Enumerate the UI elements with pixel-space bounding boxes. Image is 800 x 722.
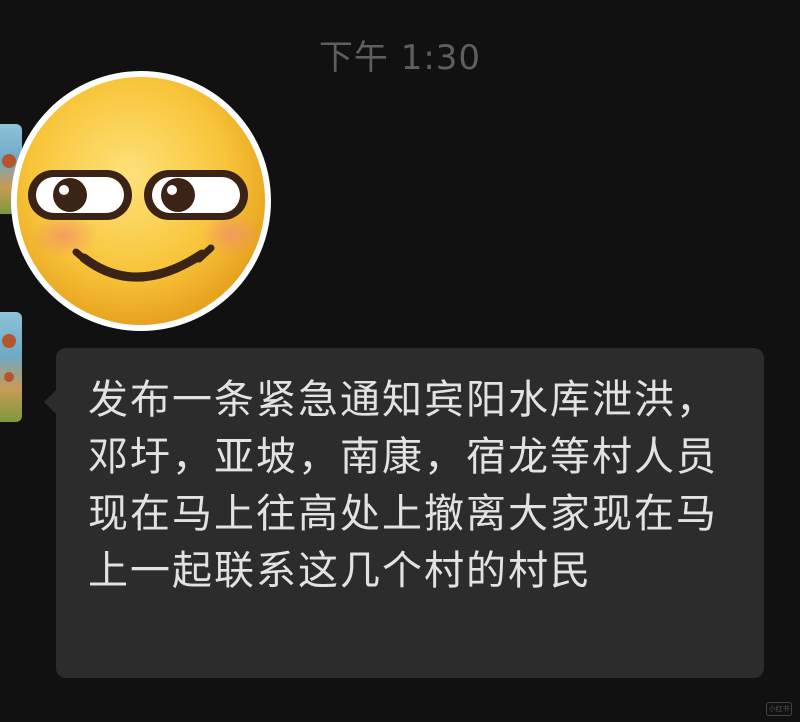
smirk-emoji-icon[interactable] (6, 66, 276, 336)
message-text: 发布一条紧急通知宾阳水库泄洪，邓圩，亚坡，南康，宿龙等村人员现在马上往高处上撤离… (88, 377, 718, 594)
avatar-image-detail (2, 334, 16, 348)
message-bubble[interactable]: 发布一条紧急通知宾阳水库泄洪，邓圩，亚坡，南康，宿龙等村人员现在马上往高处上撤离… (44, 348, 764, 678)
bubble-tail (44, 390, 56, 414)
emoji-right-eye (144, 170, 248, 220)
chat-window: 下午 1:30 发布一条紧急通知宾阳水库泄洪，邓圩，亚坡，南康，宿龙等村人员现在… (0, 0, 800, 722)
emoji-left-eye (28, 170, 132, 220)
watermark-logo: 小红书 (766, 702, 792, 716)
emoji-left-cheek (30, 214, 98, 258)
sender-avatar[interactable] (0, 312, 22, 422)
smirk-emoji-svg (11, 71, 271, 331)
avatar-image-detail (4, 372, 14, 382)
